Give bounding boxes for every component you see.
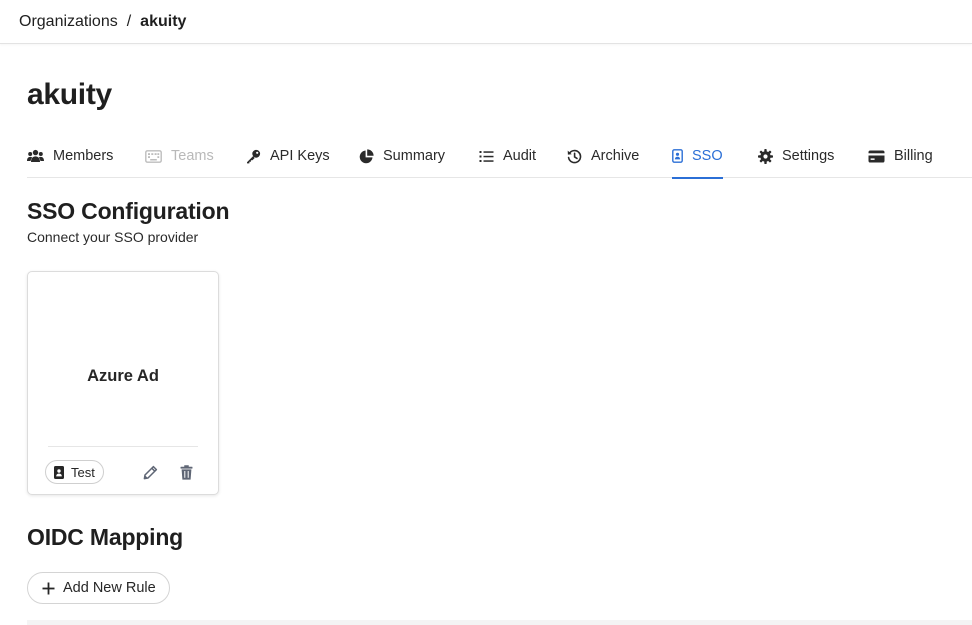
breadcrumb-current: akuity xyxy=(140,12,187,30)
tab-label: Billing xyxy=(894,148,933,164)
oidc-section-title: OIDC Mapping xyxy=(27,524,184,550)
gear-icon xyxy=(758,148,773,164)
tab-sso[interactable]: SSO xyxy=(672,134,723,179)
tab-billing[interactable]: Billing xyxy=(868,134,933,178)
list-icon xyxy=(479,150,494,162)
test-button-label: Test xyxy=(71,464,95,480)
tab-label: Teams xyxy=(171,148,214,164)
tab-audit[interactable]: Audit xyxy=(479,134,536,178)
tab-label: Audit xyxy=(503,148,537,164)
mapping-table-header xyxy=(27,620,972,625)
delete-button[interactable] xyxy=(176,462,196,482)
breadcrumb-separator: / xyxy=(126,12,132,30)
card-divider xyxy=(48,446,198,447)
provider-name: Azure Ad xyxy=(87,367,159,385)
credit-card-icon xyxy=(868,150,885,162)
history-icon xyxy=(567,149,582,163)
tab-teams[interactable]: Teams xyxy=(145,134,214,178)
page-title: akuity xyxy=(27,78,112,111)
pencil-icon xyxy=(143,465,157,479)
tab-label: Members xyxy=(53,148,114,164)
sso-section-title: SSO Configuration xyxy=(27,198,230,224)
tab-members[interactable]: Members xyxy=(27,134,113,178)
tab-label: Settings xyxy=(782,148,835,164)
sso-provider-card: Azure Ad Test xyxy=(27,271,219,495)
tab-label: API Keys xyxy=(270,148,330,164)
id-badge-icon xyxy=(54,465,64,479)
tab-summary[interactable]: Summary xyxy=(359,134,445,178)
plus-icon xyxy=(42,582,55,594)
tab-label: SSO xyxy=(692,148,723,164)
pie-chart-icon xyxy=(359,148,374,163)
edit-button[interactable] xyxy=(140,462,160,482)
trash-icon xyxy=(180,464,192,480)
test-button[interactable]: Test xyxy=(45,460,104,484)
breadcrumb-organizations-link[interactable]: Organizations xyxy=(19,13,118,31)
add-new-rule-label: Add New Rule xyxy=(63,580,156,596)
tab-label: Archive xyxy=(591,148,640,164)
add-new-rule-button[interactable]: Add New Rule xyxy=(27,572,170,604)
id-badge-icon xyxy=(672,149,683,163)
sso-section-subtitle: Connect your SSO provider xyxy=(27,229,199,245)
key-icon xyxy=(247,149,261,163)
users-icon xyxy=(27,149,44,162)
keyboard-icon xyxy=(145,149,162,163)
tab-label: Summary xyxy=(383,148,446,164)
tab-archive[interactable]: Archive xyxy=(567,134,639,178)
org-tabs: Members Teams API Keys Summary Audit Arc… xyxy=(27,134,972,179)
tab-settings[interactable]: Settings xyxy=(758,134,834,178)
tab-api-keys[interactable]: API Keys xyxy=(246,134,330,178)
top-bar: Organizations / akuity xyxy=(0,0,972,44)
